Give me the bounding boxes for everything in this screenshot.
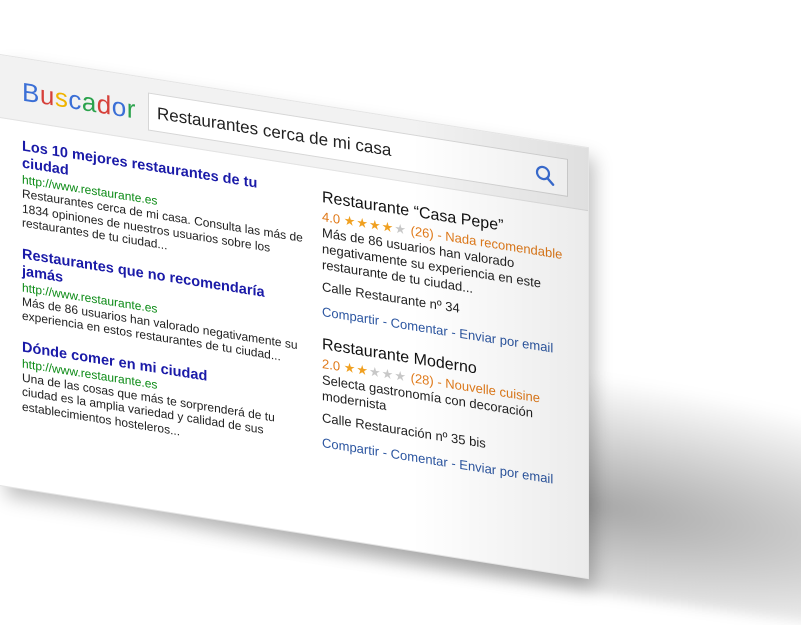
organic-results: Los 10 mejores restaurantes de tu ciudad… [22, 138, 307, 474]
star-empty-icon: ★ [381, 365, 395, 383]
local-results: Restaurante “Casa Pepe” 4.0 ★★★★★ (26) -… [322, 188, 582, 507]
logo-letter: o [111, 90, 127, 124]
email-link[interactable]: Enviar por email [459, 326, 553, 356]
logo-letter: a [81, 85, 97, 119]
logo: Buscador [22, 76, 136, 125]
comment-link[interactable]: Comentar [391, 446, 448, 470]
star-filled-icon: ★ [369, 216, 382, 234]
logo-letter: c [68, 83, 82, 116]
star-empty-icon: ★ [394, 367, 407, 385]
share-link[interactable]: Compartir [322, 435, 379, 459]
email-link[interactable]: Enviar por email [459, 457, 553, 487]
star-filled-icon: ★ [343, 212, 357, 230]
star-filled-icon: ★ [381, 218, 395, 236]
star-filled-icon: ★ [356, 214, 370, 232]
place-card: Restaurante Moderno 2.0 ★★★★★ (28) - Nou… [322, 335, 582, 493]
separator: - [447, 323, 460, 341]
comment-link[interactable]: Comentar [391, 315, 448, 339]
search-icon[interactable] [535, 164, 555, 187]
rating-value: 2.0 [322, 355, 341, 374]
logo-letter: s [54, 81, 69, 114]
rating-value: 4.0 [322, 208, 341, 227]
separator: - [447, 454, 460, 472]
separator: - [379, 444, 391, 461]
logo-letter: u [39, 79, 55, 112]
logo-letter: B [22, 76, 40, 110]
logo-letter: d [96, 88, 112, 121]
share-link[interactable]: Compartir [322, 304, 379, 328]
star-filled-icon: ★ [343, 359, 357, 377]
star-empty-icon: ★ [394, 220, 407, 238]
star-empty-icon: ★ [369, 363, 382, 381]
star-filled-icon: ★ [356, 361, 370, 379]
logo-letter: r [126, 93, 136, 125]
separator: - [379, 313, 391, 330]
place-card: Restaurante “Casa Pepe” 4.0 ★★★★★ (26) -… [322, 188, 582, 362]
